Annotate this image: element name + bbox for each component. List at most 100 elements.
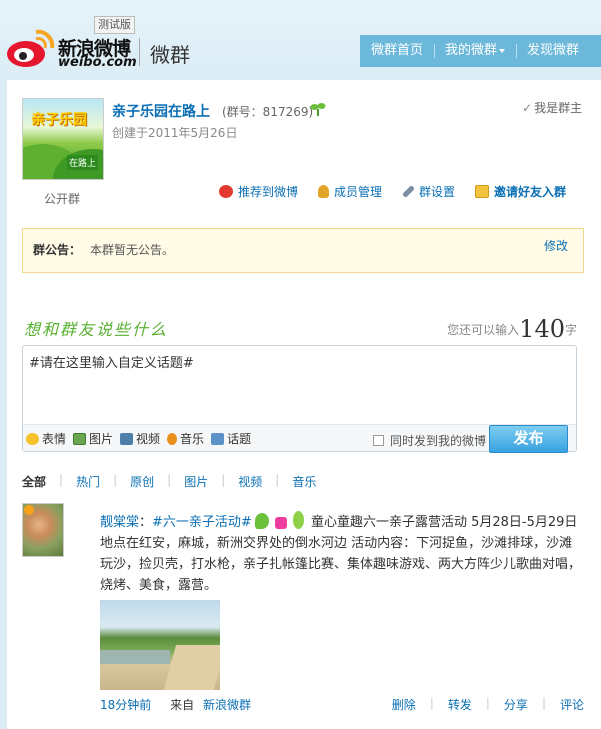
post-content: 靓棠棠：#六一亲子活动# 童心童趣六一亲子露营活动 5月28日-5月29日 地点… (100, 511, 584, 596)
group-id: (群号：817269) (222, 105, 314, 119)
author-colon: ： (139, 515, 153, 530)
image-water-shape (100, 650, 170, 664)
tab-separator: | (275, 473, 280, 487)
product-title: 微群 (150, 43, 190, 67)
image-sand-shape (163, 645, 220, 690)
tab-hot[interactable]: 热门 (76, 473, 100, 490)
top-nav: 微群首页 我的微群 发现微群 (360, 35, 601, 67)
header-divider (139, 38, 140, 66)
music-button[interactable]: 音乐 (167, 430, 204, 447)
post-meta: 18分钟前 来自 新浪微群 (100, 696, 251, 713)
post-image[interactable] (100, 600, 220, 690)
counter-prefix: 您还可以输入 (447, 323, 520, 337)
mail-icon (475, 185, 490, 198)
group-notice: 群公告： 本群暂无公告。 修改 (22, 228, 584, 273)
music-label: 音乐 (180, 432, 205, 446)
nav-discover-groups[interactable]: 发现微群 (516, 35, 590, 67)
post-from-label: 来自 (170, 698, 195, 712)
main-panel: 亲子乐园 在路上 公开群 亲子乐园在路上 (群号：817269) 创建于2011… (7, 80, 601, 729)
wrench-icon (402, 185, 415, 198)
tab-music[interactable]: 音乐 (292, 473, 316, 490)
group-type: 公开群 (44, 192, 81, 206)
invite-friends-label: 邀请好友入群 (494, 185, 567, 199)
publish-button[interactable]: 发布 (489, 425, 568, 453)
tab-videos[interactable]: 视频 (238, 473, 262, 490)
composer-prompt: 想和群友说些什么 (24, 320, 169, 339)
sync-to-weibo-checkbox[interactable]: 同时发到我的微博 (373, 432, 486, 449)
post-source[interactable]: 新浪微群 (203, 698, 251, 712)
nav-my-groups[interactable]: 我的微群 (434, 35, 516, 67)
member-management-label: 成员管理 (334, 185, 383, 199)
post-time[interactable]: 18分钟前 (100, 698, 151, 712)
edit-notice-link[interactable]: 修改 (544, 237, 568, 254)
counter-suffix: 字 (564, 323, 577, 337)
emoticon-icon (254, 513, 269, 529)
tab-separator: | (167, 473, 172, 487)
delete-link[interactable]: 删除 (392, 696, 416, 713)
group-name[interactable]: 亲子乐园在路上 (112, 101, 210, 121)
group-avatar-badge: 在路上 (67, 155, 99, 170)
tab-separator: | (113, 473, 118, 487)
post-actions: 删除 | 转发 | 分享 | 评论 (392, 696, 584, 713)
user-badge-icon (24, 505, 34, 515)
recommend-label: 推荐到微博 (238, 185, 299, 199)
nav-my-groups-label: 我的微群 (445, 43, 498, 58)
weibo-icon (219, 185, 233, 198)
recommend-to-weibo-link[interactable]: 推荐到微博 (219, 183, 298, 200)
counter-number: 140 (519, 315, 565, 343)
tab-images[interactable]: 图片 (184, 473, 208, 490)
char-counter: 您还可以输入140字 (447, 315, 577, 343)
site-header: 新浪微博 weibo.com 测试版 微群 微群首页 我的微群 发现微群 (0, 0, 601, 80)
topic-label: 话题 (227, 432, 252, 446)
emoticon-label: 表情 (42, 432, 67, 446)
topic-button[interactable]: 话题 (211, 430, 251, 447)
op-separator: | (541, 696, 546, 710)
logo-domain: weibo.com (58, 55, 137, 70)
emoticon-button[interactable]: 表情 (26, 430, 66, 447)
sprout-icon (310, 103, 326, 116)
image-button[interactable]: 图片 (73, 430, 113, 447)
weibo-logo-icon[interactable] (6, 26, 56, 70)
check-icon: ✓ (522, 101, 533, 115)
beta-badge: 测试版 (94, 16, 135, 34)
smiley-icon (26, 432, 39, 445)
post-input[interactable]: #请在这里输入自定义话题# (29, 352, 569, 422)
nav-group-home[interactable]: 微群首页 (360, 35, 434, 67)
group-avatar-title: 亲子乐园 (31, 112, 87, 128)
image-label: 图片 (89, 432, 114, 446)
invite-friends-link[interactable]: 邀请好友入群 (475, 183, 566, 200)
post-topic[interactable]: #六一亲子活动# (152, 515, 252, 530)
video-button[interactable]: 视频 (120, 430, 160, 447)
tab-original[interactable]: 原创 (130, 473, 154, 490)
forward-link[interactable]: 转发 (448, 696, 472, 713)
post-author[interactable]: 靓棠棠 (100, 515, 139, 530)
tab-separator: | (59, 473, 64, 487)
author-avatar[interactable] (22, 503, 64, 557)
image-icon (73, 432, 87, 445)
tab-all[interactable]: 全部 (22, 473, 46, 490)
member-management-link[interactable]: 成员管理 (318, 183, 382, 200)
feed-filter-tabs: 全部 | 热门 | 原创 | 图片 | 视频 | 音乐 (22, 473, 316, 490)
notice-text: 本群暂无公告。 (90, 243, 175, 257)
group-avatar[interactable]: 亲子乐园 在路上 (22, 98, 104, 180)
group-actions: 推荐到微博 成员管理 群设置 邀请好友入群 (219, 183, 566, 200)
group-created-date: 创建于2011年5月26日 (112, 126, 238, 140)
checkbox-icon[interactable] (373, 435, 384, 446)
comment-link[interactable]: 评论 (560, 696, 584, 713)
emoticon-icon (292, 511, 304, 529)
composer-tools: 表情 图片 视频 音乐 话题 (26, 430, 258, 447)
music-note-icon (167, 432, 178, 445)
share-link[interactable]: 分享 (504, 696, 528, 713)
tab-separator: | (221, 473, 226, 487)
emoticon-icon (274, 517, 287, 529)
video-label: 视频 (136, 432, 161, 446)
video-icon (120, 432, 134, 445)
speech-bubble-icon (211, 432, 225, 445)
op-separator: | (429, 696, 434, 710)
sync-label: 同时发到我的微博 (390, 434, 487, 448)
chevron-down-icon (499, 48, 506, 53)
user-icon (318, 185, 330, 198)
op-separator: | (485, 696, 490, 710)
group-settings-label: 群设置 (419, 185, 456, 199)
group-settings-link[interactable]: 群设置 (402, 183, 455, 200)
